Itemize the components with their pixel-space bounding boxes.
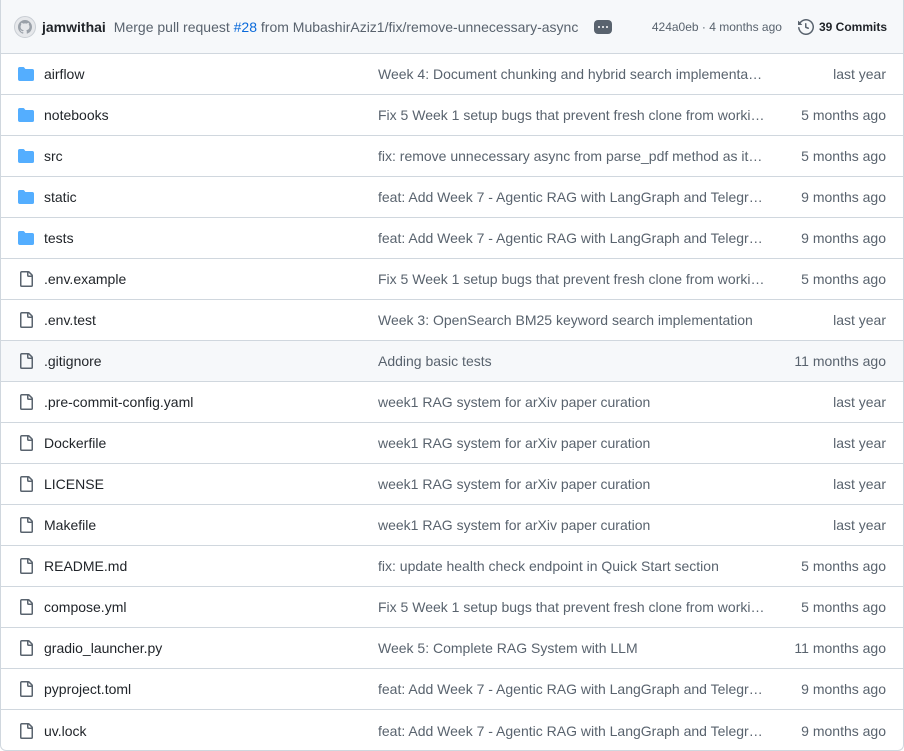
commits-count: 39 Commits	[818, 19, 887, 34]
folder-icon	[17, 189, 35, 205]
file-commit-age: 5 months ago	[801, 558, 886, 574]
file-commit-age: 5 months ago	[801, 148, 886, 164]
file-icon	[17, 599, 35, 615]
commit-author[interactable]: jamwithai	[42, 19, 106, 35]
folder-icon	[17, 107, 35, 123]
folder-icon	[17, 66, 35, 82]
file-row[interactable]: uv.lock feat: Add Week 7 - Agentic RAG w…	[1, 710, 903, 750]
file-name[interactable]: src	[44, 148, 378, 164]
file-name[interactable]: tests	[44, 230, 378, 246]
commit-message-suffix[interactable]: from MubashirAziz1/fix/remove-unnecessar…	[261, 19, 578, 35]
file-row[interactable]: notebooks Fix 5 Week 1 setup bugs that p…	[1, 95, 903, 136]
file-commit-age: 11 months ago	[794, 640, 886, 656]
file-row[interactable]: gradio_launcher.py Week 5: Complete RAG …	[1, 628, 903, 669]
file-commit-age: 5 months ago	[801, 107, 886, 123]
github-avatar-icon[interactable]	[14, 15, 36, 38]
file-commit-message[interactable]: Week 3: OpenSearch BM25 keyword search i…	[378, 312, 766, 328]
file-commit-age: 9 months ago	[801, 189, 886, 205]
file-commit-message[interactable]: week1 RAG system for arXiv paper curatio…	[378, 476, 766, 492]
file-name[interactable]: uv.lock	[44, 723, 378, 739]
file-row[interactable]: .env.test Week 3: OpenSearch BM25 keywor…	[1, 300, 903, 341]
file-icon	[17, 353, 35, 369]
file-icon	[17, 517, 35, 533]
file-row[interactable]: .pre-commit-config.yaml week1 RAG system…	[1, 382, 903, 423]
file-commit-message[interactable]: week1 RAG system for arXiv paper curatio…	[378, 394, 766, 410]
file-row[interactable]: src fix: remove unnecessary async from p…	[1, 136, 903, 177]
file-commit-age: 9 months ago	[801, 722, 886, 739]
file-commit-age: last year	[833, 517, 886, 533]
file-commit-message[interactable]: Adding basic tests	[378, 353, 766, 369]
file-name[interactable]: LICENSE	[44, 476, 378, 492]
file-name[interactable]: static	[44, 189, 378, 205]
kebab-horizontal-icon[interactable]	[594, 19, 613, 34]
file-commit-message[interactable]: fix: remove unnecessary async from parse…	[378, 148, 766, 164]
commit-message-prefix[interactable]: Merge pull request	[114, 19, 230, 35]
file-name[interactable]: .env.test	[44, 312, 378, 328]
file-commit-age: 5 months ago	[801, 271, 886, 287]
file-row[interactable]: airflow Week 4: Document chunking and hy…	[1, 54, 903, 95]
file-name[interactable]: pyproject.toml	[44, 681, 378, 697]
file-icon	[17, 476, 35, 492]
file-commit-message[interactable]: feat: Add Week 7 - Agentic RAG with Lang…	[378, 681, 766, 697]
file-name[interactable]: .gitignore	[44, 353, 378, 369]
file-commit-message[interactable]: feat: Add Week 7 - Agentic RAG with Lang…	[378, 189, 766, 205]
file-name[interactable]: notebooks	[44, 107, 378, 123]
file-icon	[17, 312, 35, 328]
file-commit-message[interactable]: feat: Add Week 7 - Agentic RAG with Lang…	[378, 723, 766, 739]
file-row[interactable]: pyproject.toml feat: Add Week 7 - Agenti…	[1, 669, 903, 710]
history-icon	[797, 18, 814, 35]
file-row[interactable]: Makefile week1 RAG system for arXiv pape…	[1, 505, 903, 546]
latest-commit-bar: jamwithai Merge pull request #28 from Mu…	[1, 0, 903, 54]
file-name[interactable]: airflow	[44, 66, 378, 82]
file-row[interactable]: compose.yml Fix 5 Week 1 setup bugs that…	[1, 587, 903, 628]
file-commit-age: last year	[833, 394, 886, 410]
file-name[interactable]: gradio_launcher.py	[44, 640, 378, 656]
file-icon	[17, 271, 35, 287]
file-commit-age: 9 months ago	[801, 681, 886, 697]
file-name[interactable]: .env.example	[44, 271, 378, 287]
file-commit-message[interactable]: Fix 5 Week 1 setup bugs that prevent fre…	[378, 271, 766, 287]
file-commit-age: last year	[833, 435, 886, 451]
file-name[interactable]: compose.yml	[44, 599, 378, 615]
file-browser: jamwithai Merge pull request #28 from Mu…	[0, 0, 904, 751]
file-commit-message[interactable]: Fix 5 Week 1 setup bugs that prevent fre…	[378, 599, 766, 615]
commits-link[interactable]: 39 Commits	[797, 18, 887, 35]
file-commit-age: 9 months ago	[801, 230, 886, 246]
file-commit-age: last year	[833, 66, 886, 82]
file-icon	[17, 640, 35, 656]
folder-icon	[17, 148, 35, 164]
file-name[interactable]: .pre-commit-config.yaml	[44, 394, 378, 410]
pr-link[interactable]: #28	[234, 19, 257, 35]
file-commit-message[interactable]: feat: Add Week 7 - Agentic RAG with Lang…	[378, 230, 766, 246]
file-row[interactable]: .gitignore Adding basic tests 11 months …	[1, 341, 903, 382]
file-commit-message[interactable]: week1 RAG system for arXiv paper curatio…	[378, 517, 766, 533]
file-list: airflow Week 4: Document chunking and hy…	[1, 54, 903, 750]
file-icon	[17, 722, 35, 739]
file-icon	[17, 558, 35, 574]
file-commit-message[interactable]: fix: update health check endpoint in Qui…	[378, 558, 766, 574]
file-commit-age: last year	[833, 476, 886, 492]
file-row[interactable]: LICENSE week1 RAG system for arXiv paper…	[1, 464, 903, 505]
file-commit-age: 5 months ago	[801, 599, 886, 615]
commit-message[interactable]: Merge pull request #28 from MubashirAziz…	[114, 19, 579, 35]
file-row[interactable]: static feat: Add Week 7 - Agentic RAG wi…	[1, 177, 903, 218]
file-commit-message[interactable]: week1 RAG system for arXiv paper curatio…	[378, 435, 766, 451]
file-icon	[17, 681, 35, 697]
file-name[interactable]: Makefile	[44, 517, 378, 533]
folder-icon	[17, 230, 35, 246]
file-commit-age: 11 months ago	[794, 353, 886, 369]
file-icon	[17, 394, 35, 410]
file-commit-message[interactable]: Week 5: Complete RAG System with LLM	[378, 640, 766, 656]
file-name[interactable]: README.md	[44, 558, 378, 574]
file-commit-message[interactable]: Week 4: Document chunking and hybrid sea…	[378, 66, 766, 82]
commit-sha-age[interactable]: 424a0eb · 4 months ago	[652, 20, 782, 34]
file-commit-age: last year	[833, 312, 886, 328]
file-row[interactable]: tests feat: Add Week 7 - Agentic RAG wit…	[1, 218, 903, 259]
file-name[interactable]: Dockerfile	[44, 435, 378, 451]
file-commit-message[interactable]: Fix 5 Week 1 setup bugs that prevent fre…	[378, 107, 766, 123]
file-row[interactable]: .env.example Fix 5 Week 1 setup bugs tha…	[1, 259, 903, 300]
file-row[interactable]: Dockerfile week1 RAG system for arXiv pa…	[1, 423, 903, 464]
file-icon	[17, 435, 35, 451]
file-row[interactable]: README.md fix: update health check endpo…	[1, 546, 903, 587]
